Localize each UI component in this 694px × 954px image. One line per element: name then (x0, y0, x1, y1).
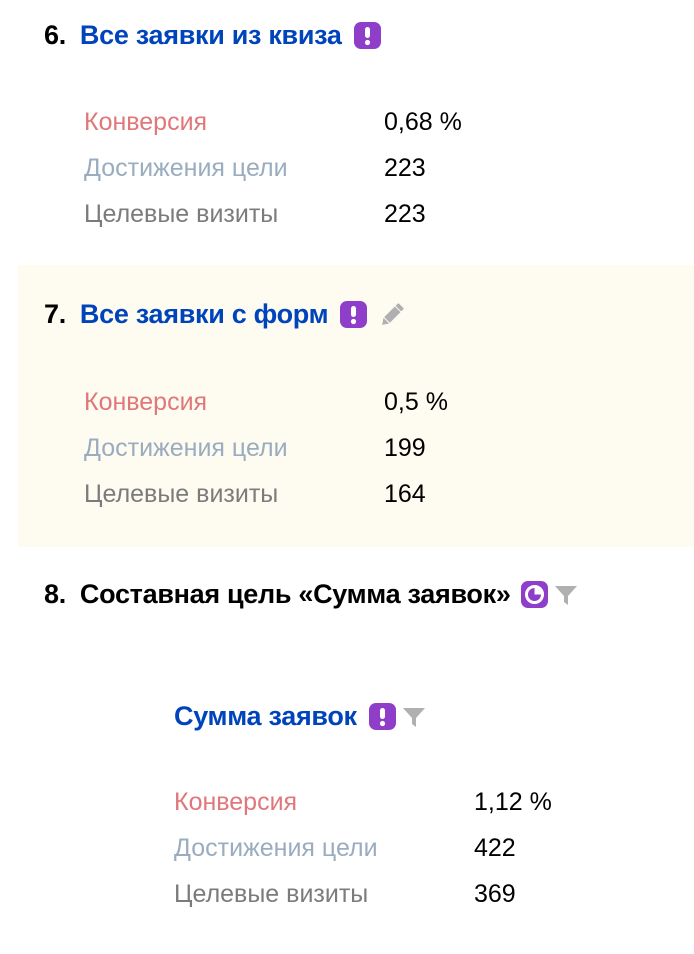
funnel-icon[interactable] (554, 583, 578, 607)
funnel-icon[interactable] (402, 705, 426, 729)
visits-value: 164 (384, 480, 426, 508)
subgoal-title: Сумма заявок (174, 701, 426, 732)
visits-value: 223 (384, 200, 426, 228)
reaches-label: Достижения цели (84, 434, 288, 462)
stat-row-visits: Целевые визиты 223 (84, 191, 462, 237)
stat-row-conversion: Конверсия 1,12 % (174, 779, 552, 825)
goal-number: 8. (44, 579, 66, 609)
goal-name: Составная цель «Сумма заявок» (79, 579, 511, 609)
goal-8: 8. Составная цель «Сумма заявок» Сумма з… (0, 547, 694, 954)
goal-6: 6. Все заявки из квиза Конверсия 0,68 % … (0, 0, 694, 265)
goal-7-title: 7. Все заявки с форм (44, 299, 407, 330)
conversion-value: 1,12 % (474, 788, 552, 816)
visits-label: Целевые визиты (174, 880, 369, 908)
conversion-value: 0,5 % (384, 388, 448, 416)
stat-row-visits: Целевые визиты 369 (174, 871, 552, 917)
pie-chart-badge-icon[interactable] (520, 581, 548, 608)
goal-7: 7. Все заявки с форм Конверсия 0,5 % Дос… (18, 265, 694, 547)
goal-name-link[interactable]: Все заявки из квиза (80, 20, 342, 51)
goal-7-stats: Конверсия 0,5 % Достижения цели 199 Целе… (84, 379, 448, 517)
pencil-icon[interactable] (377, 300, 407, 330)
goal-number: 7. (44, 299, 66, 329)
stat-row-conversion: Конверсия 0,68 % (84, 99, 462, 145)
conversion-label: Конверсия (84, 388, 208, 416)
exclamation-badge-icon[interactable] (340, 301, 368, 328)
exclamation-badge-icon[interactable] (368, 703, 396, 730)
goal-name-link[interactable]: Все заявки с форм (80, 299, 329, 330)
stat-row-reaches: Достижения цели 422 (174, 825, 552, 871)
goal-6-stats: Конверсия 0,68 % Достижения цели 223 Цел… (84, 99, 462, 237)
stat-row-conversion: Конверсия 0,5 % (84, 379, 448, 425)
conversion-value: 0,68 % (384, 108, 462, 136)
visits-value: 369 (474, 880, 516, 908)
reaches-label: Достижения цели (174, 834, 378, 862)
reaches-label: Достижения цели (84, 154, 288, 182)
stat-row-reaches: Достижения цели 223 (84, 145, 462, 191)
stat-row-reaches: Достижения цели 199 (84, 425, 448, 471)
subgoal-name-link[interactable]: Сумма заявок (174, 701, 357, 732)
subgoal-stats: Конверсия 1,12 % Достижения цели 422 Цел… (174, 779, 552, 917)
goal-8-title: 8. Составная цель «Сумма заявок» (44, 579, 578, 610)
reaches-value: 223 (384, 154, 426, 182)
conversion-label: Конверсия (174, 788, 298, 816)
stat-row-visits: Целевые визиты 164 (84, 471, 448, 517)
conversion-label: Конверсия (84, 108, 208, 136)
reaches-value: 199 (384, 434, 426, 462)
reaches-value: 422 (474, 834, 516, 862)
goal-number: 6. (44, 20, 66, 50)
goal-6-title: 6. Все заявки из квиза (44, 20, 381, 51)
visits-label: Целевые визиты (84, 480, 279, 508)
exclamation-badge-icon[interactable] (353, 22, 381, 49)
visits-label: Целевые визиты (84, 200, 279, 228)
